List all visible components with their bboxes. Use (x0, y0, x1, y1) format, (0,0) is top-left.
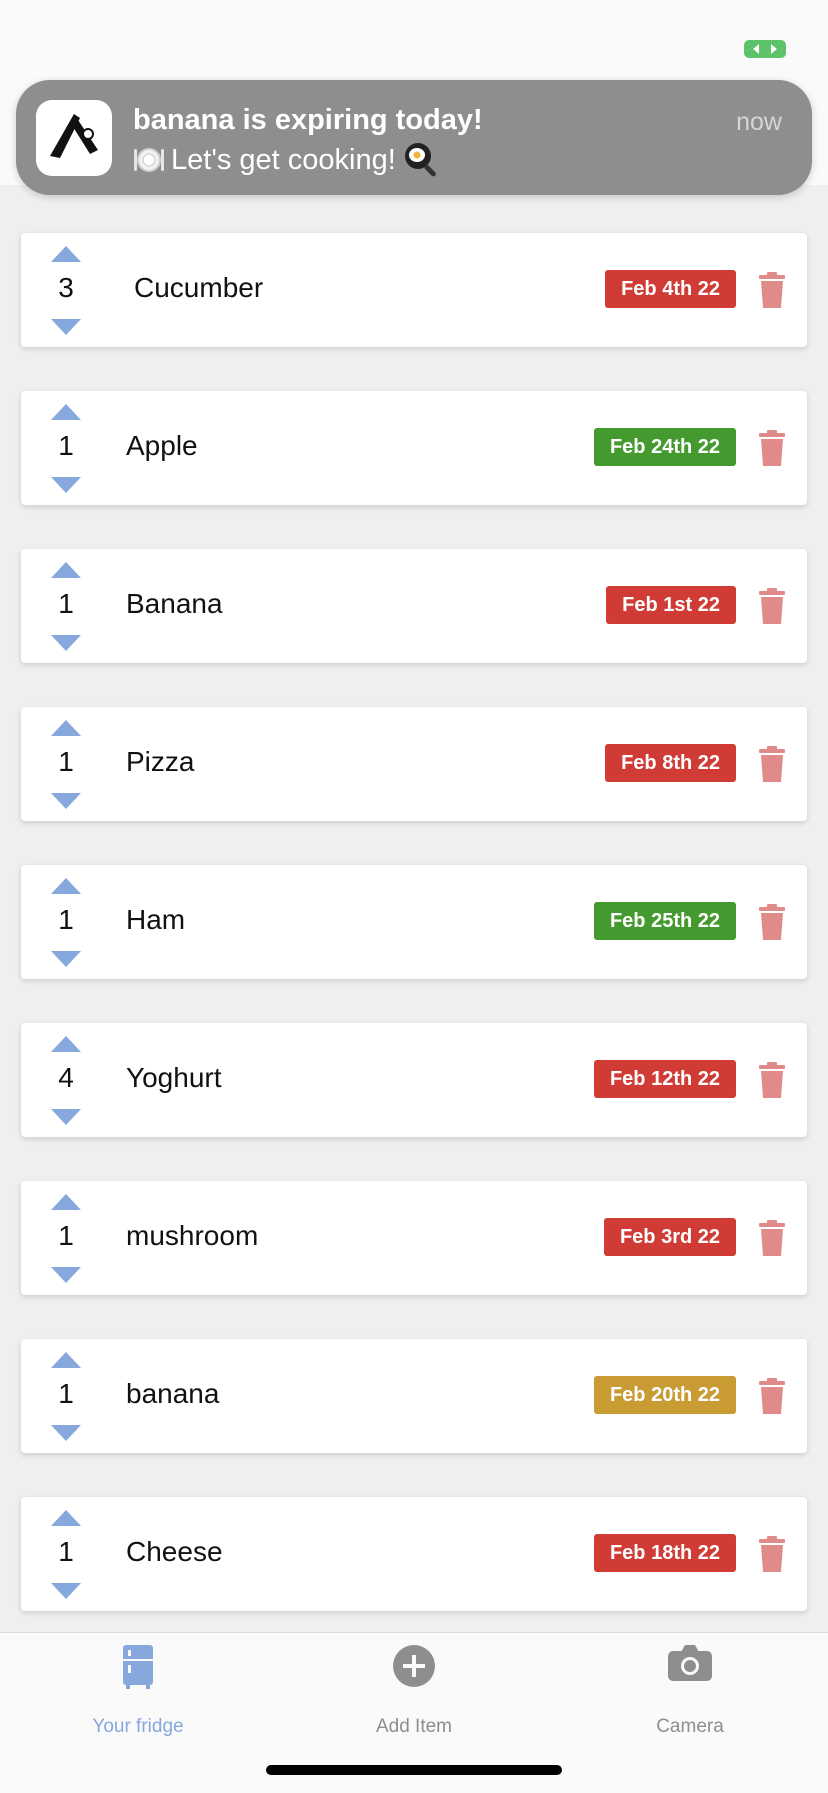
item-name: Pizza (126, 746, 195, 777)
notification-body: Let's get cooking! (133, 140, 442, 180)
delete-item-button[interactable] (759, 430, 785, 466)
item-name: Apple (126, 430, 198, 461)
expiry-date-badge: Feb 24th 22 (593, 428, 736, 466)
increase-quantity-button[interactable] (51, 1352, 81, 1368)
item-quantity: 1 (58, 904, 74, 935)
tab-label: Your fridge (92, 1716, 184, 1737)
delete-item-button[interactable] (759, 588, 785, 624)
increase-quantity-button[interactable] (51, 1036, 81, 1052)
trash-icon (759, 746, 785, 782)
delete-item-button[interactable] (759, 1062, 785, 1098)
decrease-quantity-button[interactable] (51, 1109, 81, 1125)
expiry-date-badge: Feb 20th 22 (593, 1376, 736, 1414)
increase-quantity-button[interactable] (51, 246, 81, 262)
increase-quantity-button[interactable] (51, 1194, 81, 1210)
item-name: banana (126, 1378, 220, 1409)
decrease-quantity-button[interactable] (51, 793, 81, 809)
trash-icon (759, 1062, 785, 1098)
camera-icon (668, 1645, 712, 1681)
app-logo-icon (36, 100, 112, 176)
expiry-date-badge: Feb 1st 22 (606, 586, 736, 624)
trash-icon (759, 1220, 785, 1256)
fridge-item-card: 3 Cucumber Feb 4th 22 (21, 233, 807, 347)
trash-icon (759, 1536, 785, 1572)
expiry-date-badge: Feb 12th 22 (593, 1060, 736, 1098)
fridge-item-card: 1 banana Feb 20th 22 (21, 1339, 807, 1453)
decrease-quantity-button[interactable] (51, 1583, 81, 1599)
item-quantity: 1 (58, 588, 74, 619)
notification-body-text: Let's get cooking! (171, 143, 396, 176)
item-quantity: 1 (58, 1220, 74, 1251)
decrease-quantity-button[interactable] (51, 477, 81, 493)
item-name: Cheese (126, 1536, 223, 1567)
fridge-item-card: 1 Cheese Feb 18th 22 (21, 1497, 807, 1611)
fridge-item-card: 1 Ham Feb 25th 22 (21, 865, 807, 979)
item-name: Cucumber (134, 272, 264, 303)
plate-cutlery-icon (134, 148, 164, 172)
expiry-date-badge: Feb 4th 22 (605, 270, 736, 308)
expiry-date-badge: Feb 25th 22 (593, 902, 736, 940)
decrease-quantity-button[interactable] (51, 319, 81, 335)
tab-your-fridge[interactable]: Your fridge (0, 1633, 276, 1743)
tab-label: Camera (656, 1716, 724, 1737)
delete-item-button[interactable] (759, 1378, 785, 1414)
trash-icon (759, 904, 785, 940)
notification-time: now (736, 108, 782, 136)
trash-icon (759, 588, 785, 624)
notification-title: banana is expiring today! (133, 104, 483, 136)
battery-indicator-icon (744, 40, 786, 58)
tab-camera[interactable]: Camera (552, 1633, 828, 1743)
fridge-item-list: 3 Cucumber Feb 4th 22 1 Apple Feb 24th 2… (21, 233, 807, 1655)
fridge-item-card: 1 Apple Feb 24th 22 (21, 391, 807, 505)
item-quantity: 1 (58, 1378, 74, 1409)
trash-icon (759, 272, 785, 308)
fridge-icon (123, 1645, 153, 1689)
decrease-quantity-button[interactable] (51, 635, 81, 651)
plus-circle-icon (393, 1645, 435, 1687)
item-name: Ham (126, 904, 186, 935)
increase-quantity-button[interactable] (51, 1510, 81, 1526)
fridge-item-card: 1 mushroom Feb 3rd 22 (21, 1181, 807, 1295)
increase-quantity-button[interactable] (51, 720, 81, 736)
home-indicator[interactable] (266, 1765, 562, 1775)
delete-item-button[interactable] (759, 904, 785, 940)
item-quantity: 1 (58, 430, 74, 461)
trash-icon (759, 1378, 785, 1414)
decrease-quantity-button[interactable] (51, 1425, 81, 1441)
expiry-date-badge: Feb 18th 22 (593, 1534, 736, 1572)
increase-quantity-button[interactable] (51, 404, 81, 420)
expiry-date-badge: Feb 8th 22 (605, 744, 736, 782)
delete-item-button[interactable] (759, 746, 785, 782)
item-name: mushroom (126, 1220, 259, 1251)
item-name: Banana (126, 588, 223, 619)
item-quantity: 1 (58, 746, 74, 777)
tab-label: Add Item (375, 1716, 453, 1737)
delete-item-button[interactable] (759, 1220, 785, 1256)
delete-item-button[interactable] (759, 1536, 785, 1572)
tab-add-item[interactable]: Add Item (276, 1633, 552, 1743)
push-notification[interactable]: banana is expiring today! Let's get cook… (16, 80, 812, 195)
fridge-item-card: 1 Banana Feb 1st 22 (21, 549, 807, 663)
trash-icon (759, 430, 785, 466)
expiry-date-badge: Feb 3rd 22 (603, 1218, 736, 1256)
item-quantity: 1 (58, 1536, 74, 1567)
decrease-quantity-button[interactable] (51, 1267, 81, 1283)
increase-quantity-button[interactable] (51, 878, 81, 894)
fridge-item-card: 4 Yoghurt Feb 12th 22 (21, 1023, 807, 1137)
item-quantity: 3 (58, 272, 74, 303)
fridge-item-card: 1 Pizza Feb 8th 22 (21, 707, 807, 821)
delete-item-button[interactable] (759, 272, 785, 308)
increase-quantity-button[interactable] (51, 562, 81, 578)
frying-pan-egg-icon (404, 143, 436, 177)
item-name: Yoghurt (126, 1062, 222, 1093)
item-quantity: 4 (58, 1062, 74, 1093)
decrease-quantity-button[interactable] (51, 951, 81, 967)
